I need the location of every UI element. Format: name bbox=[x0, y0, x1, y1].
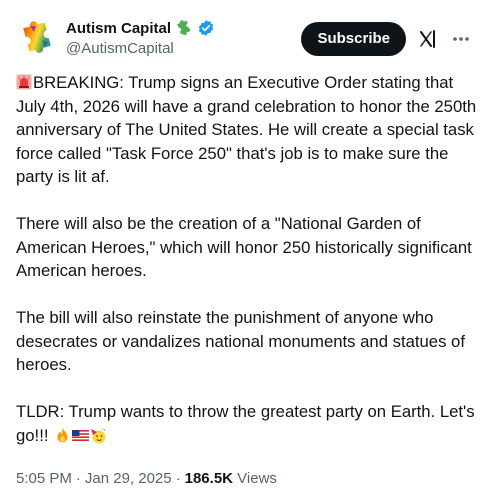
puzzle-piece-rainbow-icon bbox=[23, 21, 51, 53]
more-options-icon[interactable] bbox=[450, 28, 472, 50]
meta-separator: · bbox=[175, 470, 181, 487]
puzzle-piece-green-icon bbox=[175, 19, 193, 37]
views-label: Views bbox=[237, 470, 277, 487]
tweet-paragraph: TLDR: Trump wants to throw the greatest … bbox=[16, 400, 480, 447]
partying-face-icon bbox=[90, 427, 107, 444]
us-flag-icon bbox=[72, 427, 90, 444]
views-count: 186.5K bbox=[184, 470, 233, 487]
tweet-meta: 5:05 PM · Jan 29, 2025 · 186.5K Views bbox=[16, 470, 277, 487]
subscribe-button[interactable]: Subscribe bbox=[301, 22, 406, 56]
tweet-timestamp[interactable]: 5:05 PM · Jan 29, 2025 bbox=[16, 470, 172, 487]
tweet-header: Autism Capital @AutismCapital Subscribe bbox=[16, 14, 476, 62]
tweet-paragraph-text: BREAKING: Trump signs an Executive Order… bbox=[16, 73, 477, 186]
author-names: Autism Capital @AutismCapital bbox=[66, 18, 215, 57]
verified-badge-icon bbox=[197, 19, 215, 37]
tweet-time: 5:05 PM bbox=[16, 470, 72, 487]
fire-icon bbox=[54, 427, 71, 444]
tweet-paragraph: BREAKING: Trump signs an Executive Order… bbox=[16, 71, 480, 189]
grok-icon[interactable] bbox=[418, 29, 438, 49]
tweet-text: BREAKING: Trump signs an Executive Order… bbox=[16, 71, 480, 447]
tweet-paragraph: The bill will also reinstate the punishm… bbox=[16, 308, 465, 374]
tweet-date: Jan 29, 2025 bbox=[84, 470, 172, 487]
tweet-paragraph: There will also be the creation of a "Na… bbox=[16, 214, 472, 280]
rotating-light-icon bbox=[16, 73, 32, 90]
meta-separator: · bbox=[75, 470, 81, 487]
name-row: Autism Capital bbox=[66, 18, 215, 38]
avatar[interactable] bbox=[16, 16, 58, 58]
tweet-card: Autism Capital @AutismCapital Subscribe bbox=[0, 0, 492, 500]
author-display-name[interactable]: Autism Capital bbox=[66, 20, 171, 37]
author-handle[interactable]: @AutismCapital bbox=[66, 40, 215, 57]
